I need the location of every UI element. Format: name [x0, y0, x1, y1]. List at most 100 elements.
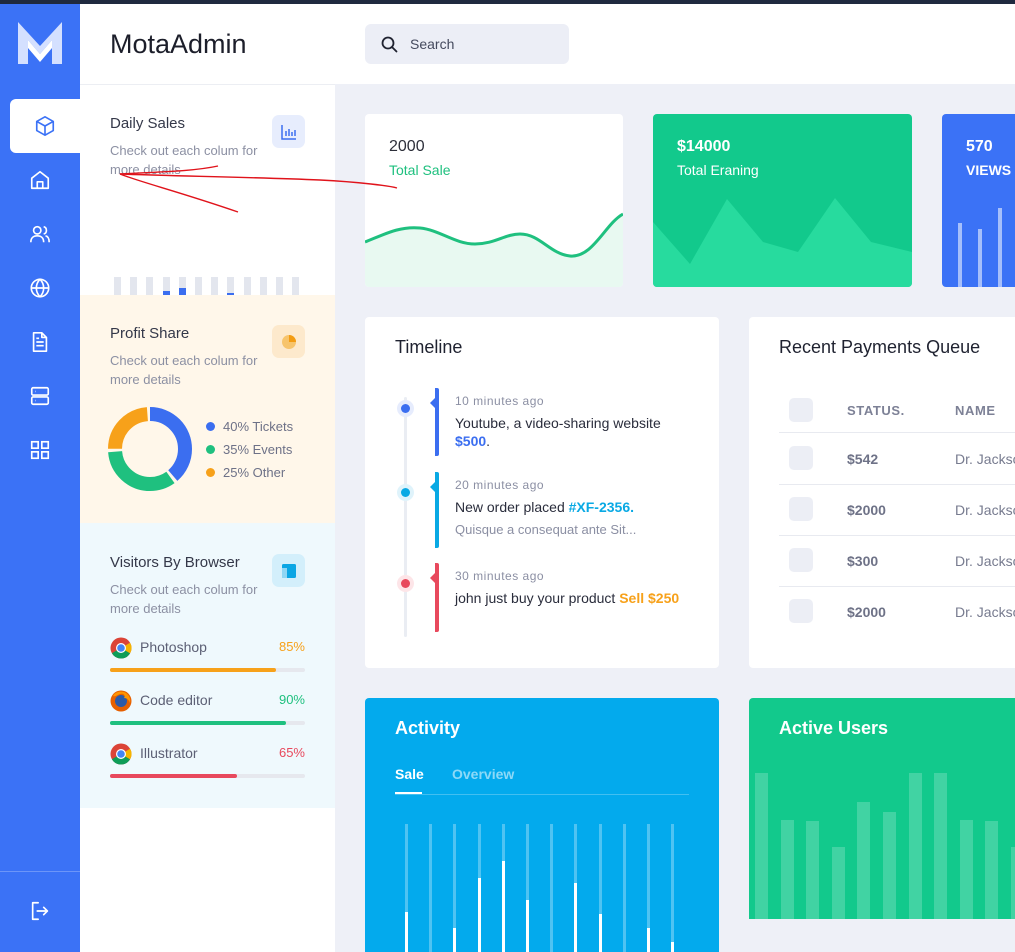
timeline-time: 20 minutes ago [455, 478, 545, 492]
timeline-suffix: . [486, 433, 491, 449]
legend-item-other: 25% Other [206, 465, 285, 480]
nav-item-globe[interactable] [0, 261, 80, 315]
active-users-bar[interactable] [985, 821, 999, 919]
timeline-highlight: #XF-2356. [568, 499, 634, 515]
nav-item-server[interactable] [0, 369, 80, 423]
tabs-divider [395, 794, 689, 795]
payments-table-header: STATUS. NAME [779, 387, 1015, 433]
column-header-status[interactable]: STATUS. [847, 403, 905, 418]
active-users-panel: Active Users [749, 698, 1015, 919]
table-row[interactable]: $2000 Dr. Jackso [779, 587, 1015, 638]
active-users-chart [749, 773, 1015, 919]
active-users-bar[interactable] [831, 847, 845, 919]
side-panel: MotaAdmin Daily Sales Check out each col… [80, 4, 335, 952]
server-icon [30, 386, 50, 406]
timeline-dot [397, 575, 414, 592]
profit-share-title: Profit Share [110, 325, 190, 342]
timeline-notch [430, 398, 435, 408]
firefox-icon [110, 690, 132, 712]
total-sale-sparkline [365, 212, 623, 287]
row-checkbox[interactable] [789, 497, 813, 521]
timeline-text: john just buy your product Sell $250 [455, 589, 695, 607]
table-row[interactable]: $2000 Dr. Jackso [779, 485, 1015, 536]
activity-bar[interactable] [405, 912, 408, 952]
active-users-bar[interactable] [934, 773, 948, 919]
legend-item-tickets: 40% Tickets [206, 419, 293, 434]
timeline-title: Timeline [395, 337, 463, 357]
legend-label: 25% Other [223, 465, 286, 480]
views-bar [978, 229, 982, 287]
activity-bar-bg [671, 824, 675, 952]
select-all-checkbox[interactable] [789, 398, 813, 422]
timeline-accent [435, 563, 439, 632]
visitors-desc: Check out each colum for more details [110, 582, 258, 616]
nav-item-home[interactable] [0, 153, 80, 207]
search-icon [381, 36, 398, 52]
stat-label: Total Sale [389, 162, 451, 178]
column-header-name[interactable]: NAME [955, 403, 996, 418]
active-users-bar[interactable] [883, 812, 896, 919]
daily-sales-chart-button[interactable] [272, 115, 305, 148]
payment-status: $2000 [847, 502, 886, 518]
pie-chart-icon [281, 334, 296, 349]
document-icon [32, 332, 48, 352]
payment-status: $2000 [847, 604, 886, 620]
activity-bar[interactable] [671, 942, 675, 952]
activity-bar[interactable] [526, 900, 529, 952]
active-users-bar[interactable] [908, 773, 922, 919]
stat-value: 570 [966, 138, 993, 155]
activity-title: Activity [395, 718, 461, 738]
payment-status: $300 [847, 553, 879, 569]
active-users-bar[interactable] [857, 802, 871, 919]
activity-bar[interactable] [647, 928, 650, 952]
browser-percent: 90% [278, 692, 305, 707]
legend-dot [206, 445, 215, 454]
activity-bar[interactable] [453, 928, 457, 952]
timeline-item[interactable]: 20 minutes ago New order placed #XF-2356… [430, 472, 695, 548]
activity-bar-bg [429, 824, 433, 952]
row-checkbox[interactable] [789, 548, 813, 572]
nav-item-dashboard[interactable] [10, 99, 80, 153]
active-users-bar[interactable] [959, 820, 973, 919]
progress-track [110, 668, 305, 672]
tab-overview[interactable]: Overview [452, 766, 514, 782]
stat-card-views: 570 VIEWS C [942, 114, 1015, 287]
table-row[interactable]: $542 Dr. Jackso [779, 434, 1015, 485]
active-users-bar[interactable] [1011, 847, 1015, 919]
logout-icon [31, 901, 49, 921]
search-box[interactable]: Search [365, 24, 569, 64]
payments-title: Recent Payments Queue [779, 337, 981, 357]
browser-name: Code editor [140, 692, 213, 708]
activity-bar[interactable] [598, 914, 602, 952]
brand-title: MotaAdmin [110, 29, 247, 59]
globe-icon [30, 278, 50, 298]
table-row[interactable]: $300 Dr. Jackso [779, 536, 1015, 587]
activity-bar[interactable] [574, 883, 578, 952]
active-users-title: Active Users [779, 718, 889, 738]
visitors-title: Visitors By Browser [110, 554, 240, 571]
row-checkbox[interactable] [789, 446, 813, 470]
browser-row-illustrator: Illustrator 65% [110, 743, 305, 783]
nav-item-apps[interactable] [0, 423, 80, 477]
activity-bar[interactable] [501, 861, 505, 952]
views-bar [998, 208, 1002, 287]
active-users-bar[interactable] [806, 821, 820, 919]
tab-sale[interactable]: Sale [395, 766, 424, 782]
active-users-bar[interactable] [755, 773, 768, 919]
profit-share-chart-button[interactable] [272, 325, 305, 358]
timeline-item[interactable]: 30 minutes ago john just buy your produc… [430, 563, 695, 632]
nav-item-users[interactable] [0, 207, 80, 261]
activity-bar[interactable] [477, 878, 481, 952]
brand-logo-icon[interactable] [16, 18, 64, 68]
layout-icon [281, 563, 296, 578]
timeline-item[interactable]: 10 minutes ago Youtube, a video-sharing … [430, 388, 695, 456]
nav-item-logout[interactable] [0, 884, 80, 938]
nav-item-documents[interactable] [0, 315, 80, 369]
payment-name: Dr. Jackso [955, 604, 1015, 620]
timeline-highlight: $500 [455, 433, 487, 449]
active-users-bar[interactable] [780, 820, 794, 919]
search-input[interactable]: Search [410, 36, 454, 52]
browser-percent: 85% [278, 639, 305, 654]
visitors-layout-button[interactable] [272, 554, 305, 587]
row-checkbox[interactable] [789, 599, 813, 623]
